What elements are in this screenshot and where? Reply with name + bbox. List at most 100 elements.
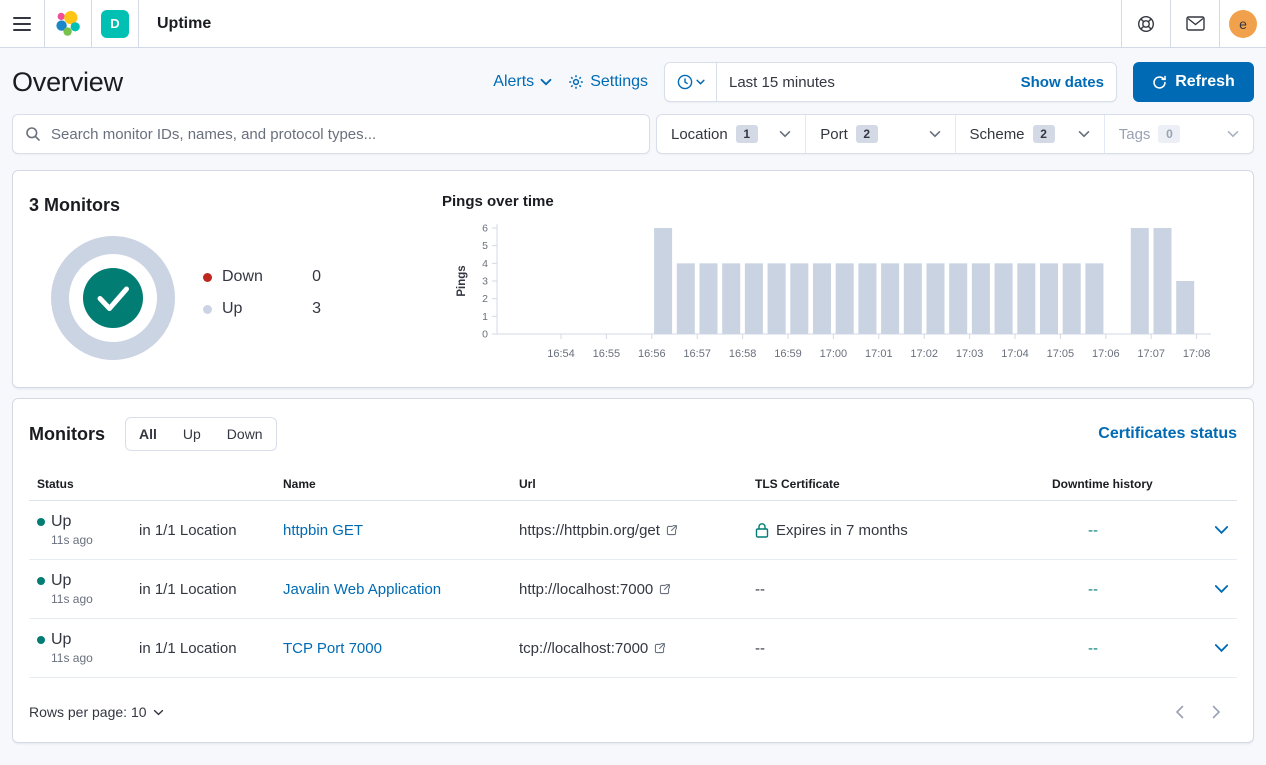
space-badge: D [101,10,129,38]
tls-cell: -- [747,581,1044,598]
filter-bar: Location1Port2Scheme2Tags0 [12,114,1254,154]
filter-group: Location1Port2Scheme2Tags0 [656,114,1254,154]
time-range-value[interactable]: Last 15 minutes [717,74,1009,91]
show-dates-button[interactable]: Show dates [1009,74,1116,91]
ping-bar [1040,263,1058,334]
snapshot-panel: 3 Monitors Down0Up3 Pings over time 0123… [12,170,1254,388]
external-link-icon[interactable] [658,583,671,596]
filter-button-tags: Tags0 [1105,115,1253,153]
clock-icon [677,74,693,90]
page-title: Overview [12,67,123,98]
ping-bar [1085,263,1103,334]
search-icon [25,126,41,142]
external-link-icon[interactable] [653,642,666,655]
url-text: https://httpbin.org/get [519,522,660,539]
status-cell: Up11s agoin 1/1 Location [29,501,275,559]
url-text: tcp://localhost:7000 [519,640,648,657]
legend-value: 0 [312,268,321,286]
search-input[interactable] [51,126,637,143]
ping-bar [881,263,899,334]
ping-bar [790,263,808,334]
newsfeed-button[interactable] [1171,0,1219,47]
legend-value: 3 [312,300,321,318]
legend-item-up: Up3 [203,300,321,318]
filter-count-badge: 1 [736,125,758,143]
url-cell: https://httpbin.org/get [511,522,747,539]
tab-down[interactable]: Down [214,418,276,450]
gear-icon [568,74,584,90]
svg-text:17:05: 17:05 [1047,348,1075,360]
ping-bar [1154,228,1172,334]
url-cell: tcp://localhost:7000 [511,640,747,657]
ping-bar [700,263,718,334]
page-header: Overview Alerts Settings [12,54,1254,110]
user-menu-button[interactable]: e [1220,0,1266,47]
filter-button-scheme[interactable]: Scheme2 [956,115,1105,153]
ping-bar [1063,263,1081,334]
previous-page-button[interactable] [1175,705,1184,719]
status-filter-tabs: AllUpDown [125,417,277,451]
tls-text: Expires in 7 months [776,522,908,539]
downtime-history-cell: -- [1044,581,1189,598]
expand-row-button[interactable] [1214,584,1229,594]
filter-button-port[interactable]: Port2 [806,115,955,153]
status-text: Up [51,631,71,649]
monitor-name-link[interactable]: httpbin GET [275,522,511,539]
next-page-button[interactable] [1212,705,1221,719]
ping-bar [949,263,967,334]
svg-text:16:55: 16:55 [593,348,621,360]
alerts-dropdown-button[interactable]: Alerts [493,73,552,91]
filter-button-location[interactable]: Location1 [657,115,806,153]
table-row: Up11s agoin 1/1 LocationJavalin Web Appl… [29,560,1237,619]
ping-bar [995,263,1013,334]
ping-bar [972,263,990,334]
monitor-name-link[interactable]: Javalin Web Application [275,581,511,598]
elastic-logo[interactable] [45,0,91,47]
filter-count-badge: 0 [1158,125,1180,143]
legend-label: Down [222,268,263,286]
svg-text:1: 1 [482,311,488,323]
svg-text:Pings: Pings [456,265,468,296]
alerts-label: Alerts [493,73,534,91]
chevron-down-icon [1214,525,1229,535]
pagination [1175,705,1237,719]
menu-icon[interactable] [0,0,44,47]
filter-count-badge: 2 [1033,125,1055,143]
tls-text: -- [755,640,765,657]
ping-bar [813,263,831,334]
ping-bar [1176,281,1194,334]
chevron-down-icon [1078,130,1090,138]
status-timestamp: 11s ago [51,651,93,665]
chevron-down-icon [929,130,941,138]
space-selector[interactable]: D [92,0,138,47]
svg-text:3: 3 [482,276,488,288]
help-button[interactable] [1122,0,1170,47]
quick-select-button[interactable] [665,63,717,101]
svg-text:5: 5 [482,240,488,252]
chevron-down-icon [1227,130,1239,138]
tls-text: -- [755,581,765,598]
ping-bar [654,228,672,334]
monitor-name-link[interactable]: TCP Port 7000 [275,640,511,657]
tab-all[interactable]: All [126,418,170,450]
chevron-down-icon [540,78,552,86]
status-ok-circle [83,268,143,328]
chevron-down-icon [779,130,791,138]
refresh-label: Refresh [1175,73,1235,91]
chevron-left-icon [1175,705,1184,719]
external-link-icon[interactable] [665,524,678,537]
rows-per-page-button[interactable]: Rows per page: 10 [29,704,164,720]
date-time-picker: Last 15 minutes Show dates [664,62,1117,102]
column-header-status: Status [29,477,275,491]
tab-up[interactable]: Up [170,418,214,450]
certificates-status-link[interactable]: Certificates status [1098,425,1237,443]
expand-row-button[interactable] [1214,643,1229,653]
status-donut-chart [51,236,175,360]
refresh-button[interactable]: Refresh [1133,62,1254,102]
location-text: in 1/1 Location [139,501,237,559]
column-header-downtime-history: Downtime history [1044,477,1189,491]
ping-bar [904,263,922,334]
ping-bar [836,263,854,334]
settings-button[interactable]: Settings [568,73,648,91]
expand-row-button[interactable] [1214,525,1229,535]
